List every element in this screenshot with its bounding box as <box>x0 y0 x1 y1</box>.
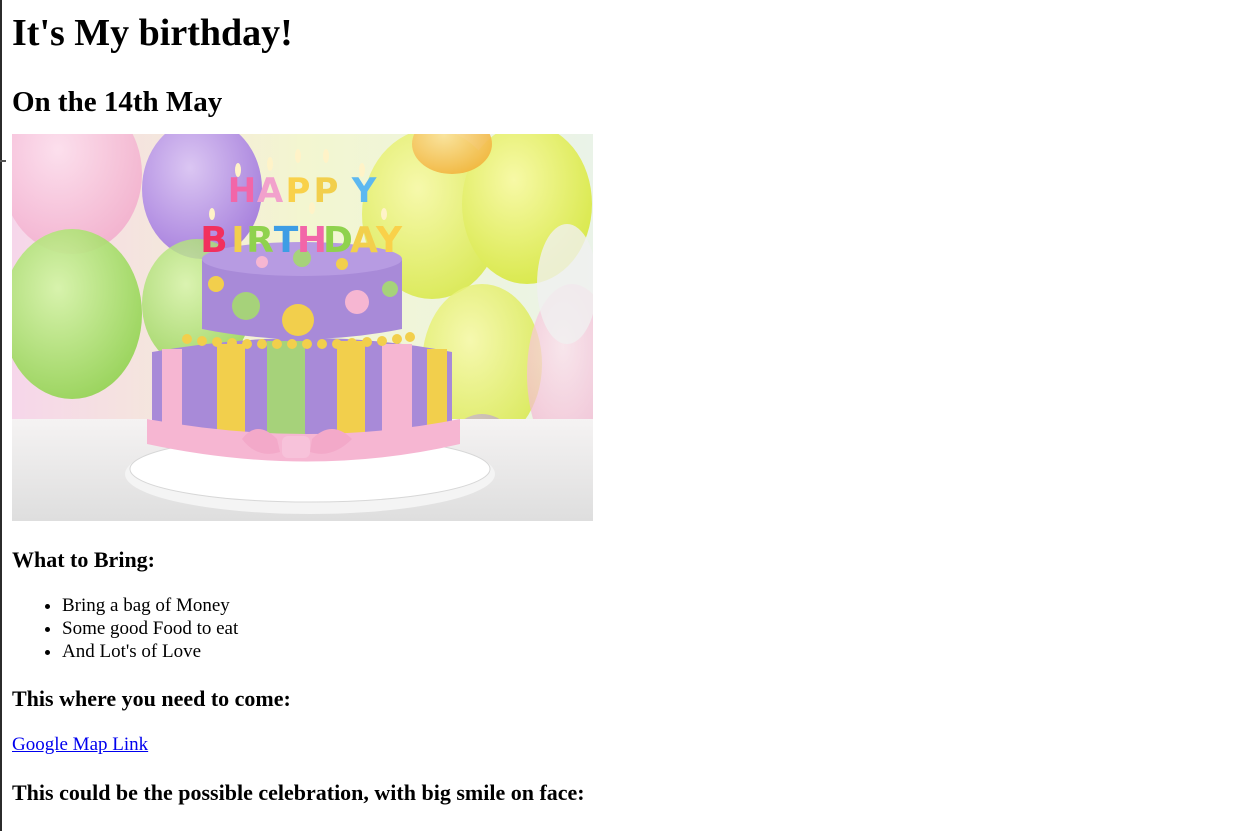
svg-text:R: R <box>246 220 274 261</box>
svg-text:H: H <box>228 171 256 211</box>
list-item: And Lot's of Love <box>62 640 1232 663</box>
svg-text:A: A <box>350 220 378 261</box>
page-content: It's My birthday! On the 14th May H A P … <box>12 0 1232 807</box>
celebration-heading: This could be the possible celebration, … <box>12 780 585 805</box>
svg-text:Y: Y <box>375 220 403 261</box>
window-left-border <box>0 0 2 831</box>
svg-text:A: A <box>257 171 284 211</box>
window-border-mark <box>0 160 6 162</box>
bring-list: Bring a bag of Money Some good Food to e… <box>12 594 1232 663</box>
svg-text:D: D <box>323 220 353 261</box>
svg-text:P: P <box>314 171 339 211</box>
bring-heading: What to Bring: <box>12 547 155 572</box>
birthday-cake-image: H A P P Y B I R T H D A Y <box>12 134 593 521</box>
svg-text:P: P <box>286 171 311 211</box>
svg-text:T: T <box>274 220 299 261</box>
list-item: Bring a bag of Money <box>62 594 1232 617</box>
svg-text:B: B <box>200 220 227 261</box>
location-heading: This where you need to come: <box>12 686 291 711</box>
svg-text:Y: Y <box>351 171 377 211</box>
page-subtitle: On the 14th May <box>12 86 223 118</box>
svg-text:I: I <box>231 220 244 261</box>
page-title: It's My birthday! <box>12 12 293 54</box>
google-map-link[interactable]: Google Map Link <box>12 733 148 757</box>
list-item: Some good Food to eat <box>62 617 1232 640</box>
